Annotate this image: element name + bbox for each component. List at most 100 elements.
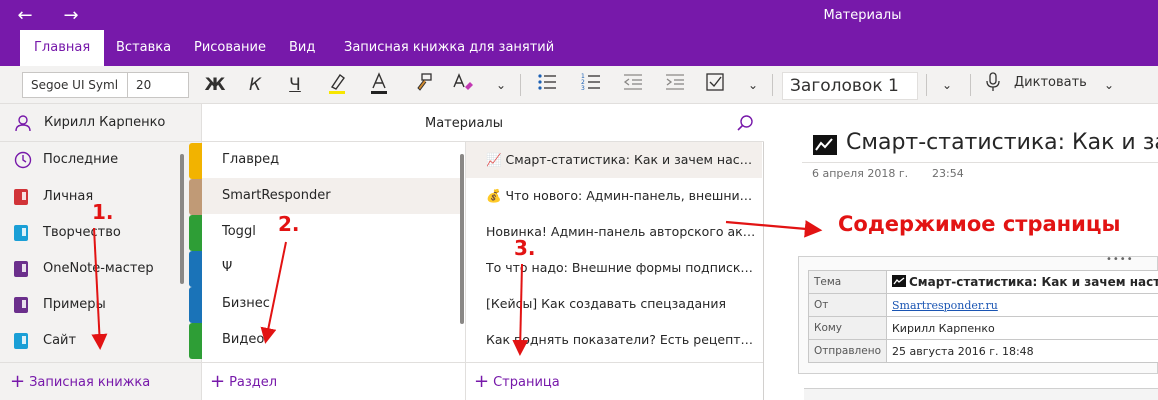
section-item[interactable]: Видео (202, 322, 464, 358)
tab-class-notebook[interactable]: Записная книжка для занятий (334, 30, 564, 66)
page-item[interactable]: То что надо: Внешние формы подписки на (466, 250, 762, 286)
page-item[interactable]: Как поднять показатели? Есть рецепты! [С (466, 322, 762, 358)
more-icon[interactable]: ⌄ (738, 71, 768, 99)
section-label: Видео (222, 332, 265, 347)
section-item[interactable]: Toggl (202, 214, 464, 250)
dictate-button[interactable]: Диктовать (1014, 75, 1087, 90)
title-bar: ← → Материалы Главная Вставка Рисование … (0, 0, 1158, 66)
page-item[interactable]: 💰 Что нового: Админ-панель, внешние форм… (466, 178, 762, 214)
bullet-list-icon[interactable] (532, 71, 562, 99)
annotation-content-label: Содержимое страницы (838, 212, 1121, 236)
page-time: 23:54 (932, 167, 964, 180)
outdent-icon[interactable] (618, 71, 648, 99)
account-name: Кирилл Карпенко (44, 115, 166, 130)
annotation-label-1: 1. (92, 200, 114, 224)
notebook-item[interactable]: Сайт (0, 323, 190, 359)
page-label: Как поднять показатели? Есть рецепты! [С (486, 332, 756, 347)
numbered-list-icon[interactable]: 123 (576, 71, 606, 99)
annotation-label-2: 2. (278, 212, 300, 236)
bold-button[interactable]: Ж (200, 71, 230, 99)
table-row: Отправлено 25 августа 2016 г. 18:48 (808, 339, 1158, 363)
section-item-selected[interactable]: SmartResponder (202, 178, 464, 214)
section-label: Toggl (222, 224, 256, 239)
toolbar-divider (970, 74, 971, 96)
notebook-icon (14, 225, 28, 241)
section-color-tab[interactable] (189, 143, 202, 179)
section-color-tab[interactable] (189, 215, 202, 251)
table-row: От Smartresponder.ru (808, 293, 1158, 317)
email-subject-text: Смарт-статистика: Как и зачем настраива (909, 275, 1158, 289)
notebook-pane: Кирилл Карпенко Последние Личная Творчес… (0, 104, 202, 400)
page-item[interactable]: Новинка! Админ-панель авторского аккаунт… (466, 214, 762, 250)
highlighter-icon[interactable] (322, 71, 352, 99)
email-from-link[interactable]: Smartresponder.ru (886, 293, 1158, 317)
tab-home[interactable]: Главная (20, 30, 105, 66)
page-label: [Кейсы] Как создавать спецзадания (486, 296, 727, 311)
section-color-tab[interactable] (189, 251, 202, 287)
section-color-tab[interactable] (189, 287, 202, 323)
page-label: 📈 Смарт-статистика: Как и зачем настраив… (486, 152, 756, 167)
email-key: От (808, 293, 887, 317)
notebook-icon (14, 261, 28, 277)
plus-icon: + (474, 371, 490, 392)
add-notebook-label: Записная книжка (29, 375, 151, 390)
section-item[interactable]: Главред (202, 142, 464, 178)
format-painter-icon[interactable] (408, 71, 438, 99)
underline-button[interactable]: Ч (280, 71, 310, 99)
style-dropdown-icon[interactable]: ⌄ (932, 71, 962, 99)
dictate-dropdown-icon[interactable]: ⌄ (1094, 71, 1124, 99)
indent-icon[interactable] (660, 71, 690, 99)
email-to: Кирилл Карпенко (886, 316, 1158, 340)
paragraph-style-field[interactable]: Заголовок 1 (782, 72, 918, 100)
notebook-scrollbar[interactable] (180, 154, 184, 284)
font-size-field[interactable]: 20 (127, 72, 189, 98)
toolbar-divider (520, 74, 521, 96)
chevron-down-icon[interactable]: ⌄ (486, 71, 516, 99)
notebook-item[interactable]: OneNote-мастер (0, 251, 190, 287)
page-item-selected[interactable]: 📈 Смарт-статистика: Как и зачем настраив… (466, 142, 762, 178)
page-item[interactable]: [Кейсы] Как создавать спецзадания (466, 286, 762, 322)
page-date: 6 апреля 2018 г. (812, 167, 909, 180)
notebook-item[interactable]: Примеры (0, 287, 190, 323)
clear-format-icon[interactable] (448, 71, 478, 99)
section-item[interactable]: Бизнес (202, 286, 464, 322)
section-scrollbar[interactable] (460, 154, 464, 324)
font-name-field[interactable]: Segoe UI Syml (22, 72, 128, 98)
email-subject: Смарт-статистика: Как и зачем настраива (886, 270, 1158, 294)
back-arrow-icon[interactable]: ← (12, 4, 38, 28)
microphone-icon[interactable] (978, 71, 1008, 99)
tab-view[interactable]: Вид (279, 30, 325, 66)
add-section-button[interactable]: + Раздел (202, 362, 465, 400)
tab-draw[interactable]: Рисование (184, 30, 276, 66)
email-key: Отправлено (808, 339, 887, 363)
checkbox-icon[interactable] (700, 71, 730, 99)
section-color-tab[interactable] (189, 179, 202, 215)
next-block (804, 388, 1158, 400)
section-header-title: Материалы (425, 116, 503, 131)
container-gripper[interactable]: •••• (1106, 254, 1134, 265)
table-row: Кому Кирилл Карпенко (808, 316, 1158, 340)
notebook-label: Сайт (43, 333, 77, 348)
plus-icon: + (10, 371, 26, 392)
clock-icon (14, 151, 32, 169)
account-row[interactable]: Кирилл Карпенко (0, 104, 202, 142)
section-item[interactable]: Ψ (202, 250, 464, 286)
notebook-icon (14, 297, 28, 313)
notebook-label: OneNote-мастер (43, 261, 154, 276)
toolbar-divider (926, 74, 927, 96)
tab-insert[interactable]: Вставка (106, 30, 181, 66)
recent-notes[interactable]: Последние (0, 142, 190, 178)
forward-arrow-icon[interactable]: → (58, 4, 84, 28)
email-key: Тема (808, 270, 887, 294)
annotation-label-3: 3. (514, 236, 536, 260)
plus-icon: + (210, 371, 226, 392)
chart-icon (813, 135, 837, 155)
search-icon[interactable] (736, 114, 754, 132)
section-color-tab[interactable] (189, 323, 202, 359)
page-label: То что надо: Внешние формы подписки на (486, 260, 756, 275)
italic-button[interactable]: К (240, 71, 270, 99)
font-color-icon[interactable] (364, 71, 394, 99)
page-title[interactable]: Смарт-статистика: Как и заче (846, 130, 1158, 155)
add-page-button[interactable]: + Страница (466, 362, 763, 400)
add-notebook-button[interactable]: + Записная книжка (0, 362, 202, 400)
